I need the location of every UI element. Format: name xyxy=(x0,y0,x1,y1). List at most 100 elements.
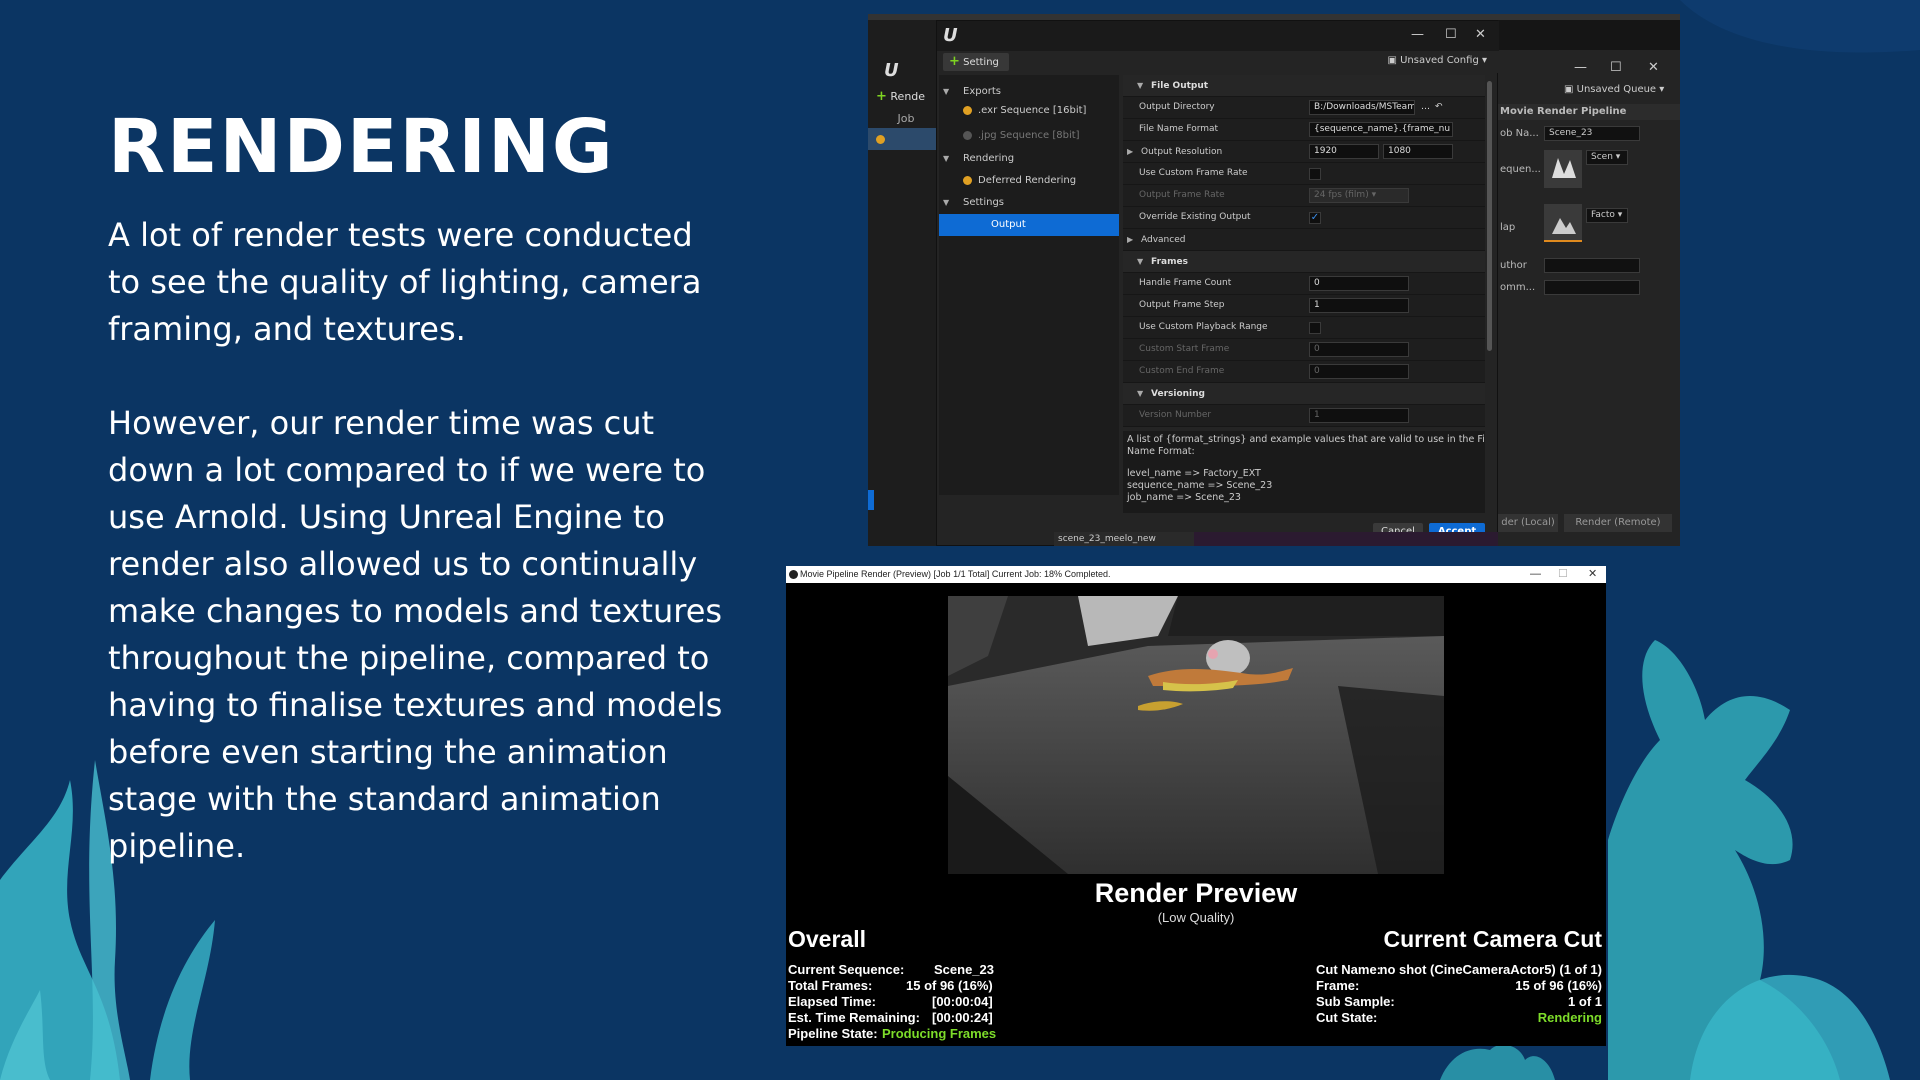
row-custom-end-frame: Custom End Frame 0 xyxy=(1123,361,1485,383)
browse-icon[interactable]: … xyxy=(1421,97,1430,118)
unreal-logo-icon xyxy=(789,570,798,579)
map-thumbnail-icon xyxy=(1544,204,1582,242)
map-label: lap xyxy=(1500,222,1516,233)
job-name-field[interactable]: Scene_23 xyxy=(1544,126,1640,141)
current-sequence-label: Current Sequence: xyxy=(788,962,905,977)
tree-settings[interactable]: ▼ Settings xyxy=(939,192,1119,214)
output-frame-step-field[interactable]: 1 xyxy=(1309,298,1409,313)
row-custom-start-frame: Custom Start Frame 0 xyxy=(1123,339,1485,361)
job-row[interactable] xyxy=(868,128,936,150)
author-field[interactable] xyxy=(1544,258,1640,273)
handle-frame-count-field[interactable]: 0 xyxy=(1309,276,1409,291)
format-description: A list of {format_strings} and example v… xyxy=(1123,431,1485,513)
dialog-toolbar: + Setting ▣ Unsaved Config ▾ xyxy=(937,51,1499,73)
total-frames-label: Total Frames: xyxy=(788,978,873,993)
maximize-icon[interactable]: ☐ xyxy=(1445,27,1457,42)
custom-end-frame-field[interactable]: 0 xyxy=(1309,364,1409,379)
render-local-button[interactable]: der (Local) xyxy=(1498,514,1558,532)
selection-marker xyxy=(868,490,874,510)
scene-dropdown[interactable]: Scen ▾ xyxy=(1586,150,1628,165)
sub-sample-value: 1 of 1 xyxy=(1568,994,1602,1009)
elapsed-time-value: [00:00:04] xyxy=(932,994,993,1009)
row-version-number: Version Number 1 xyxy=(1123,405,1485,427)
comment-label: omm... xyxy=(1500,282,1536,293)
unsaved-queue-label[interactable]: ▣ Unsaved Queue ▾ xyxy=(1564,84,1664,95)
overall-heading: Overall xyxy=(788,926,866,952)
resolution-width-field[interactable]: 1920 xyxy=(1309,144,1379,159)
frame-label: Frame: xyxy=(1316,978,1360,993)
row-output-frame-step: Output Frame Step 1 xyxy=(1123,295,1485,317)
tree-jpg-sequence[interactable]: .jpg Sequence [8bit] xyxy=(939,125,1119,147)
tree-rendering[interactable]: ▼ Rendering xyxy=(939,148,1119,170)
settings-tree: ▼ Exports .exr Sequence [16bit] .jpg Sequ… xyxy=(939,75,1119,495)
version-number-field[interactable]: 1 xyxy=(1309,408,1409,423)
row-override-existing-output: Override Existing Output ✓ xyxy=(1123,207,1485,229)
unsaved-config-dropdown[interactable]: ▣ Unsaved Config ▾ xyxy=(1387,55,1487,66)
cut-name-label: Cut Name: xyxy=(1316,962,1382,977)
row-output-frame-rate: Output Frame Rate 24 fps (film) ▾ xyxy=(1123,185,1485,207)
custom-start-frame-field[interactable]: 0 xyxy=(1309,342,1409,357)
row-handle-frame-count: Handle Frame Count 0 xyxy=(1123,273,1485,295)
close-icon[interactable]: ✕ xyxy=(1475,27,1486,42)
slide-title: RENDERING xyxy=(108,104,615,190)
minimize-icon[interactable]: — xyxy=(1411,27,1424,42)
maximize-icon[interactable]: ☐ xyxy=(1610,60,1622,75)
author-label: uthor xyxy=(1500,260,1527,271)
comment-field[interactable] xyxy=(1544,280,1640,295)
toggle-off-icon[interactable] xyxy=(963,130,972,140)
tree-deferred-rendering[interactable]: Deferred Rendering xyxy=(939,170,1119,192)
current-sequence-value: Scene_23 xyxy=(934,962,994,977)
sequence-label: equen... xyxy=(1500,164,1541,175)
minimize-icon[interactable]: — xyxy=(1574,60,1587,75)
properties-scrollbar[interactable] xyxy=(1487,81,1492,351)
row-advanced[interactable]: ▶ Advanced xyxy=(1123,229,1485,251)
pipeline-state-value: Producing Frames xyxy=(882,1026,997,1041)
render-remote-button[interactable]: Render (Remote) xyxy=(1564,514,1672,532)
job-name-label: ob Na... xyxy=(1500,128,1539,139)
minimize-icon[interactable]: — xyxy=(1530,566,1541,583)
cut-name-value: no shot (CineCameraActor5) (1 of 1) xyxy=(1379,962,1602,977)
unreal-settings-screenshot: U + Rende Job — ☐ ✕ ▣ Unsaved Queue ▾ Mo… xyxy=(868,14,1680,546)
toggle-on-icon[interactable] xyxy=(963,175,972,185)
row-use-custom-playback-range: Use Custom Playback Range xyxy=(1123,317,1485,339)
queue-left-column: U + Rende Job xyxy=(868,20,936,546)
custom-playback-range-checkbox[interactable] xyxy=(1309,322,1321,334)
camera-cut-heading: Current Camera Cut xyxy=(1383,926,1602,952)
factory-dropdown[interactable]: Facto ▾ xyxy=(1586,208,1628,223)
slide-paragraph-2: However, our render time was cut down a … xyxy=(108,404,723,865)
slide-paragraph-1: A lot of render tests were conducted to … xyxy=(108,216,702,348)
add-setting-button[interactable]: + Setting xyxy=(943,53,1009,71)
cut-state-label: Cut State: xyxy=(1316,1010,1378,1025)
close-icon[interactable]: ✕ xyxy=(1648,60,1659,75)
close-icon[interactable]: ✕ xyxy=(1588,566,1597,583)
resolution-height-field[interactable]: 1080 xyxy=(1383,144,1453,159)
sequence-thumbnail-icon xyxy=(1544,150,1582,188)
dialog-titlebar: U — ☐ ✕ xyxy=(937,21,1499,51)
unreal-logo-icon: U xyxy=(943,25,958,46)
remaining-time-label: Est. Time Remaining: xyxy=(788,1010,920,1025)
section-versioning[interactable]: ▼ Versioning xyxy=(1123,383,1485,405)
render-frame-image xyxy=(948,596,1444,874)
reset-icon[interactable]: ↶ xyxy=(1435,97,1443,118)
section-file-output[interactable]: ▼ File Output xyxy=(1123,75,1485,97)
tree-exr-sequence[interactable]: .exr Sequence [16bit] xyxy=(939,100,1119,122)
output-directory-field[interactable]: B:/Downloads/MSTeams/N xyxy=(1309,100,1415,115)
settings-dialog: U — ☐ ✕ + Setting ▣ Unsaved Config ▾ ▼ Ex… xyxy=(936,20,1499,546)
toggle-on-icon[interactable] xyxy=(963,105,972,115)
sequence-track-label: scene_23_meelo_new xyxy=(1054,532,1194,546)
override-output-checkbox[interactable]: ✓ xyxy=(1309,212,1321,224)
custom-frame-rate-checkbox[interactable] xyxy=(1309,168,1321,180)
row-output-directory: Output DirectoryB:/Downloads/MSTeams/N…↶ xyxy=(1123,97,1485,119)
maximize-icon[interactable]: ☐ xyxy=(1558,566,1568,583)
file-name-format-field[interactable]: {sequence_name}.{frame_nu xyxy=(1309,122,1453,137)
frame-rate-dropdown[interactable]: 24 fps (film) ▾ xyxy=(1309,188,1409,203)
frame-value: 15 of 96 (16%) xyxy=(1515,978,1602,993)
elapsed-time-label: Elapsed Time: xyxy=(788,994,876,1009)
render-preview-window: Movie Pipeline Render (Preview) [Job 1/1… xyxy=(786,566,1606,1046)
preview-window-title: Movie Pipeline Render (Preview) [Job 1/1… xyxy=(800,569,1111,579)
panel-title: Movie Render Pipeline xyxy=(1498,104,1680,120)
row-output-resolution: ▶ Output Resolution 1920 1080 xyxy=(1123,141,1485,163)
tree-output[interactable]: Output xyxy=(939,214,1119,236)
section-frames[interactable]: ▼ Frames xyxy=(1123,251,1485,273)
render-add-button[interactable]: + Rende xyxy=(868,86,936,108)
